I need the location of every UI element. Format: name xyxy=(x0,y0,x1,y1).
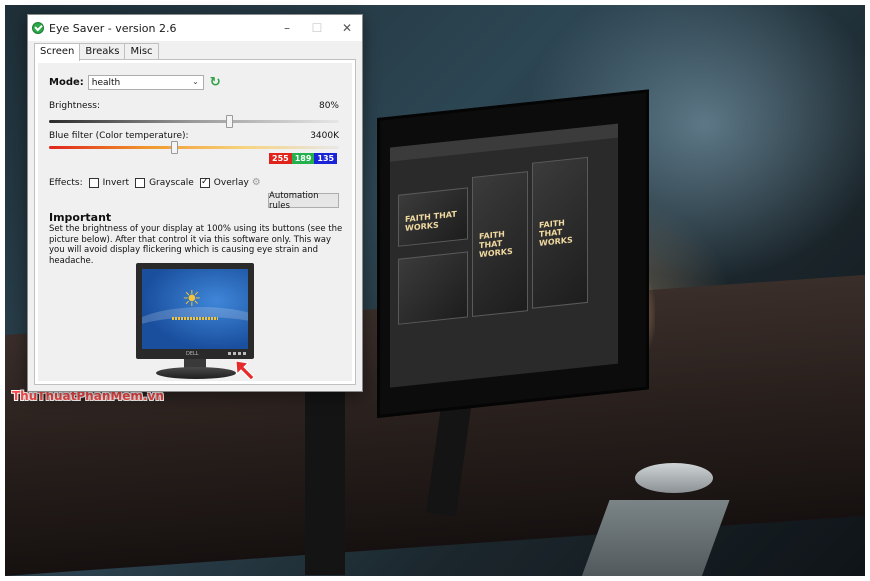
screen-wave xyxy=(142,307,248,349)
tab-screen[interactable]: Screen xyxy=(34,43,81,61)
effects-label: Effects: xyxy=(49,177,83,188)
important-text: Set the brightness of your display at 10… xyxy=(49,224,343,266)
screen-tab-panel: Mode: health ⌄ ↻ Brightness: 80% Blue fi… xyxy=(34,59,356,385)
photoshop-screen: FAITH THAT WORKS FAITH THAT WORKS FAITH … xyxy=(390,123,618,388)
brightness-level-icon xyxy=(172,317,218,320)
slide-thumbnail: FAITH THAT WORKS xyxy=(532,156,588,309)
mode-select-value: health xyxy=(91,77,121,88)
speaker xyxy=(305,385,345,575)
minimize-button[interactable]: – xyxy=(272,15,302,41)
overlay-checkbox[interactable]: ✓ xyxy=(199,177,210,188)
blue-filter-label: Blue filter (Color temperature): xyxy=(49,131,189,141)
eye-saver-window: Eye Saver - version 2.6 – ☐ ✕ Screen Bre… xyxy=(27,14,363,392)
window-controls: – ☐ ✕ xyxy=(272,15,362,41)
rgb-blue-value: 135 xyxy=(314,153,338,164)
tab-misc[interactable]: Misc xyxy=(124,43,159,60)
chevron-down-icon: ⌄ xyxy=(192,77,199,86)
screen-tab-content: Mode: health ⌄ ↻ Brightness: 80% Blue fi… xyxy=(38,63,352,381)
gear-icon[interactable]: ⚙ xyxy=(252,177,261,188)
grayscale-checkbox[interactable] xyxy=(135,177,146,188)
monitor-stand-base xyxy=(156,367,236,379)
rgb-green-value: 189 xyxy=(291,153,315,164)
grayscale-label: Grayscale xyxy=(149,177,194,188)
brightness-value: 80% xyxy=(318,101,339,111)
mode-row: Mode: health ⌄ ↻ xyxy=(49,75,221,90)
mode-label: Mode: xyxy=(49,77,84,88)
red-arrow-icon xyxy=(235,360,255,381)
effects-row: Effects: Invert Grayscale ✓ Overlay ⚙ xyxy=(49,177,261,188)
blue-filter-slider[interactable] xyxy=(49,141,339,154)
rgb-red-value: 255 xyxy=(269,153,292,164)
overlay-label: Overlay xyxy=(213,177,249,188)
brightness-slider-thumb[interactable] xyxy=(225,115,233,128)
window-title: Eye Saver - version 2.6 xyxy=(49,21,177,35)
tab-breaks[interactable]: Breaks xyxy=(79,43,126,60)
sun-icon: ☀ xyxy=(182,287,202,312)
photoshop-toolbar xyxy=(390,123,618,162)
invert-checkbox[interactable] xyxy=(88,177,99,188)
maximize-button[interactable]: ☐ xyxy=(302,15,332,41)
blue-filter-slider-thumb[interactable] xyxy=(170,141,178,154)
slide-thumbnail: FAITH THAT WORKS xyxy=(472,171,528,318)
refresh-icon[interactable]: ↻ xyxy=(210,75,221,90)
blue-filter-label-row: Blue filter (Color temperature): 3400K xyxy=(49,131,339,141)
brightness-slider[interactable] xyxy=(49,115,339,128)
rgb-readout: 255 189 135 xyxy=(269,153,338,164)
blue-filter-value: 3400K xyxy=(310,131,339,141)
close-button[interactable]: ✕ xyxy=(332,15,362,41)
monitor-buttons xyxy=(228,352,248,355)
monitor-screen: ☀ xyxy=(142,269,248,349)
monitor-brand: DELL xyxy=(186,351,199,357)
important-heading: Important xyxy=(49,211,112,224)
mode-select[interactable]: health ⌄ xyxy=(87,75,204,90)
automation-rules-button[interactable]: Automation rules xyxy=(268,191,339,211)
brightness-label-row: Brightness: 80% xyxy=(49,101,339,111)
computer-mouse xyxy=(635,463,713,493)
slide-thumbnail: FAITH THAT WORKS xyxy=(398,187,468,247)
title-bar[interactable]: Eye Saver - version 2.6 – ☐ ✕ xyxy=(28,15,362,41)
monitor-illustration: ☀ DELL xyxy=(136,263,258,383)
monitor-bezel: ☀ DELL xyxy=(136,263,254,359)
invert-label: Invert xyxy=(102,177,130,188)
photo-monitor: FAITH THAT WORKS FAITH THAT WORKS FAITH … xyxy=(377,89,649,418)
eye-saver-app-icon xyxy=(32,22,44,34)
slide-thumbnail xyxy=(398,251,468,325)
brightness-label: Brightness: xyxy=(49,101,100,111)
